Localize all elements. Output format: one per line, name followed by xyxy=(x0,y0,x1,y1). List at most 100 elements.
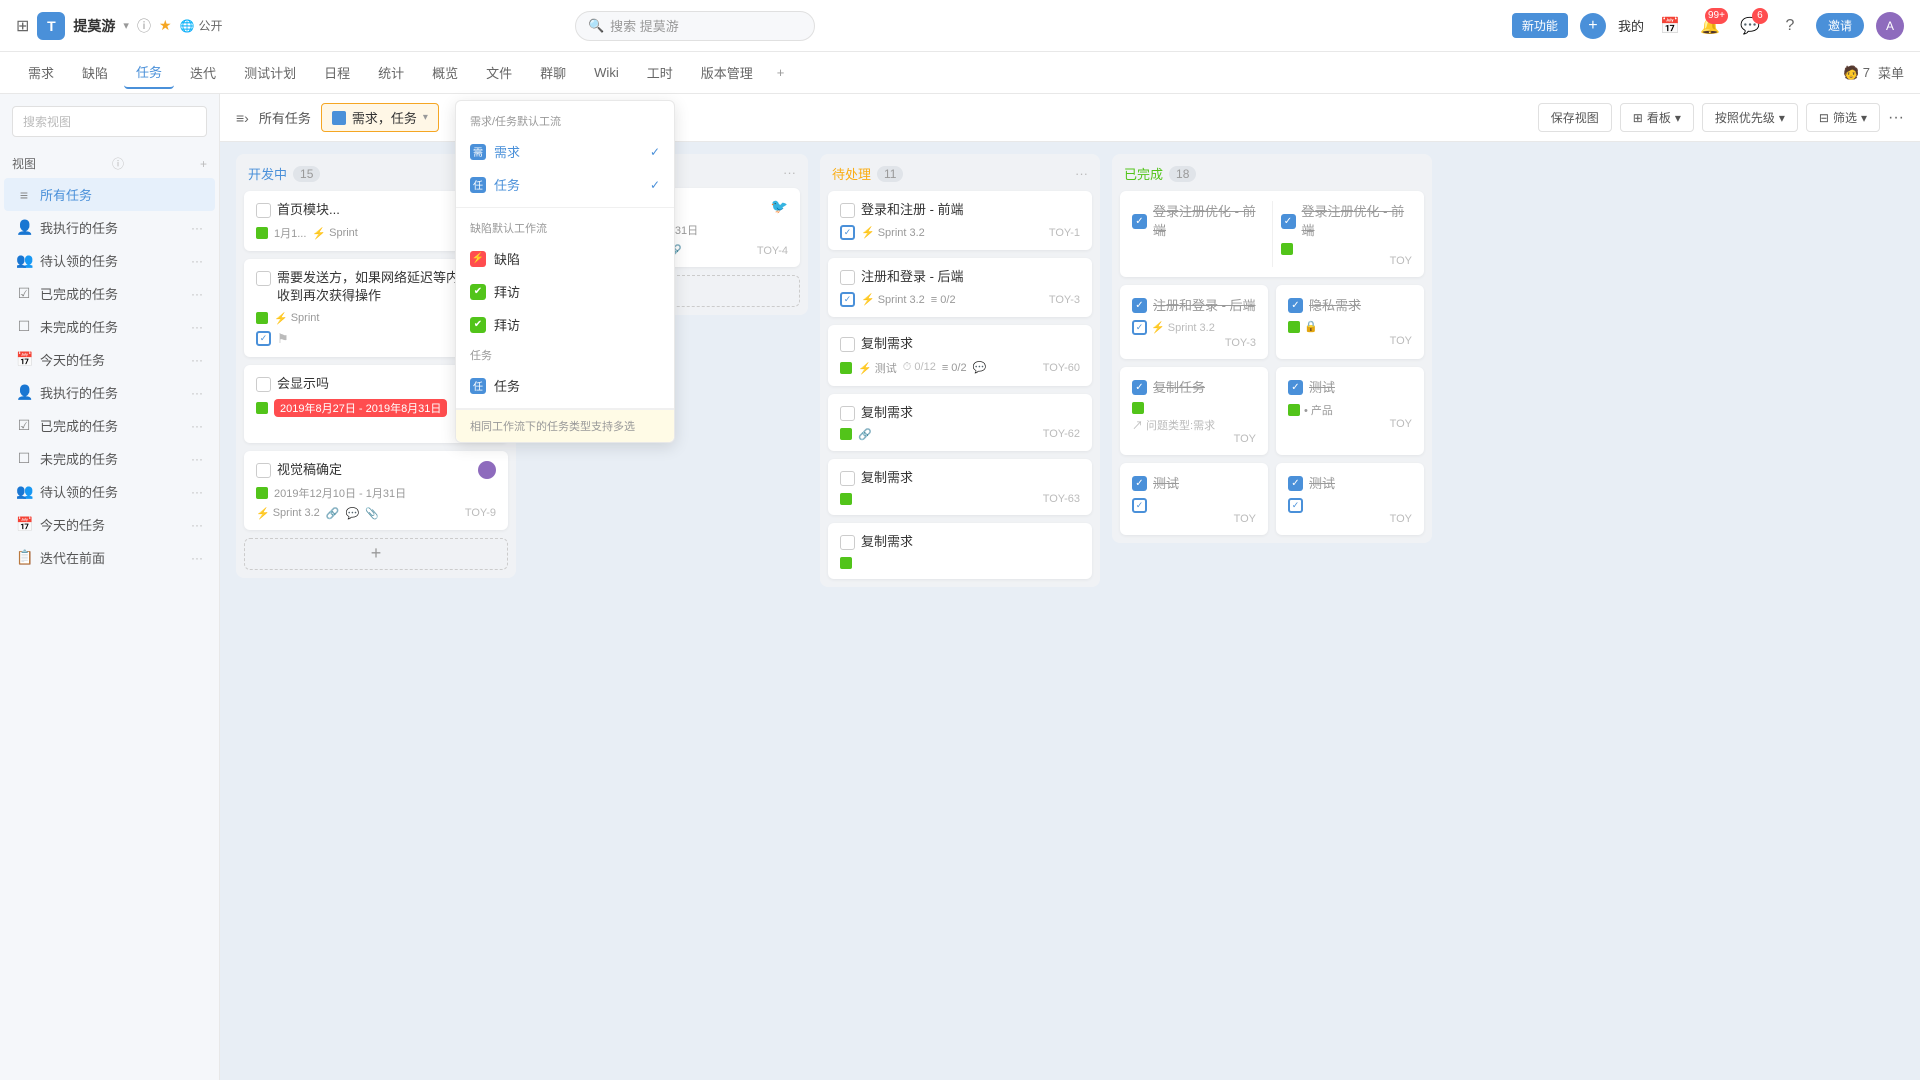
dropdown-item-task[interactable]: 任 任务 ✓ xyxy=(456,168,674,201)
card-dev-4[interactable]: 视觉稿确定 2019年12月10日 - 1月31日 ⚡Sprint 3.2 🔗 xyxy=(244,451,508,530)
dropdown-item-task2[interactable]: 任 任务 xyxy=(456,369,674,402)
new-feature-button[interactable]: 新功能 xyxy=(1512,13,1568,38)
add-card-dev[interactable]: + xyxy=(244,538,508,570)
avatar[interactable]: A xyxy=(1876,12,1904,40)
card-title-pending-2: 注册和登录 - 后端 xyxy=(861,268,1080,286)
card-pending-4[interactable]: 复制需求 🔗 TOY-62 xyxy=(828,394,1092,451)
tab-requirements[interactable]: 需求 xyxy=(16,57,66,88)
tab-overview[interactable]: 概览 xyxy=(420,57,470,88)
sidebar-more-icon[interactable]: ··· xyxy=(191,221,203,235)
invite-button[interactable]: 邀请 xyxy=(1816,13,1864,38)
sidebar-item-completed2[interactable]: ☑ 已完成的任务 ··· xyxy=(4,409,215,442)
sidebar-item-my-tasks[interactable]: 👤 我执行的任务 ··· xyxy=(4,211,215,244)
card-checkbox-pending-6[interactable] xyxy=(840,535,855,550)
card-checkbox-dev-2[interactable] xyxy=(256,271,271,286)
sidebar-more-icon2[interactable]: ··· xyxy=(191,254,203,268)
dropdown-item-visit2[interactable]: ✔ 拜访 xyxy=(456,308,674,341)
sidebar-add-button[interactable]: + xyxy=(200,157,207,171)
collapse-icon[interactable]: ≡› xyxy=(236,110,249,126)
tab-chat[interactable]: 群聊 xyxy=(528,57,578,88)
my-label[interactable]: 我的 xyxy=(1618,16,1644,35)
card-checkbox-pending-5[interactable] xyxy=(840,471,855,486)
chat-button[interactable]: 💬 6 xyxy=(1736,12,1764,40)
card-checkbox-dev-3[interactable] xyxy=(256,377,271,392)
card-done-2a[interactable]: ✓ 注册和登录 - 后端 ✓ ⚡ Sprint 3.2 TOY-3 xyxy=(1120,285,1268,359)
sidebar-item-unclaimed2[interactable]: 👥 待认领的任务 ··· xyxy=(4,475,215,508)
notification-button[interactable]: 🔔 99+ xyxy=(1696,12,1724,40)
search-bar[interactable]: 🔍 搜索 提莫游 xyxy=(575,11,815,41)
col-more-zero[interactable]: ··· xyxy=(783,165,796,180)
card-pending-6[interactable]: 复制需求 xyxy=(828,523,1092,579)
sidebar-item-incomplete[interactable]: ☐ 未完成的任务 ··· xyxy=(4,310,215,343)
card-pending-3[interactable]: 复制需求 ⚡ 测试 ⏱ 0/12 ≡ 0/2 💬 TOY-60 xyxy=(828,325,1092,385)
tab-wiki[interactable]: Wiki xyxy=(582,59,631,86)
card-done-2b[interactable]: ✓ 隐私需求 🔒 TOY xyxy=(1276,285,1424,359)
col-more-pending[interactable]: ··· xyxy=(1075,166,1088,181)
sidebar-more-icon10[interactable]: ··· xyxy=(191,518,203,532)
star-icon[interactable]: ★ xyxy=(159,17,172,34)
card-done-1[interactable]: ✓ 登录注册优化 - 前端 ✓ 登录注册优化 - 前端 xyxy=(1120,191,1424,277)
all-tasks-label[interactable]: 所有任务 xyxy=(259,108,311,127)
tab-test-plan[interactable]: 测试计划 xyxy=(232,57,308,88)
card-checkbox-dev-4[interactable] xyxy=(256,463,271,478)
card-checkbox-pending-1[interactable] xyxy=(840,203,855,218)
sidebar-more-icon3[interactable]: ··· xyxy=(191,287,203,301)
card-checkbox-dev-1[interactable] xyxy=(256,203,271,218)
sidebar-search[interactable]: 搜索视图 xyxy=(12,106,207,137)
sidebar-add-icon[interactable]: ⓘ xyxy=(112,155,124,172)
sidebar-more-icon9[interactable]: ··· xyxy=(191,485,203,499)
sidebar-more-icon7[interactable]: ··· xyxy=(191,419,203,433)
add-button[interactable]: + xyxy=(1580,13,1606,39)
toolbar-more-button[interactable]: ··· xyxy=(1888,109,1904,127)
card-done-4b[interactable]: ✓ 测试 ✓ TOY xyxy=(1276,463,1424,535)
card-done-4a[interactable]: ✓ 测试 ✓ TOY xyxy=(1120,463,1268,535)
grid-icon[interactable]: ⊞ xyxy=(16,16,29,36)
sidebar-item-today2[interactable]: 📅 今天的任务 ··· xyxy=(4,508,215,541)
filter-chip[interactable]: 需求，任务 ▾ xyxy=(321,103,439,132)
tab-add-button[interactable]: + xyxy=(769,59,793,86)
done-title-4b: 测试 xyxy=(1309,473,1335,492)
help-button[interactable]: ? xyxy=(1776,12,1804,40)
priority-button[interactable]: 按照优先级 ▾ xyxy=(1702,103,1798,132)
sidebar-item-today[interactable]: 📅 今天的任务 ··· xyxy=(4,343,215,376)
tab-statistics[interactable]: 统计 xyxy=(366,57,416,88)
sidebar-more-icon11[interactable]: ··· xyxy=(191,551,203,565)
tab-bugs[interactable]: 缺陷 xyxy=(70,57,120,88)
card-pending-2[interactable]: 注册和登录 - 后端 ✓ ⚡Sprint 3.2 ≡ 0/2 TOY-3 xyxy=(828,258,1092,317)
sidebar-item-completed[interactable]: ☑ 已完成的任务 ··· xyxy=(4,277,215,310)
column-pending: 待处理 11 ··· 登录和注册 - 前端 ✓ xyxy=(820,154,1100,587)
card-checkbox-pending-2[interactable] xyxy=(840,270,855,285)
tab-schedule[interactable]: 日程 xyxy=(312,57,362,88)
search-icon: 🔍 xyxy=(588,18,604,34)
dropdown-item-visit1[interactable]: ✔ 拜访 xyxy=(456,275,674,308)
sidebar-more-icon5[interactable]: ··· xyxy=(191,353,203,367)
card-checkbox-pending-4[interactable] xyxy=(840,406,855,421)
sidebar-more-icon4[interactable]: ··· xyxy=(191,320,203,334)
sidebar-item-incomplete2[interactable]: ☐ 未完成的任务 ··· xyxy=(4,442,215,475)
tab-version[interactable]: 版本管理 xyxy=(689,57,765,88)
calendar-button[interactable]: 📅 xyxy=(1656,12,1684,40)
sidebar-more-icon8[interactable]: ··· xyxy=(191,452,203,466)
dropdown-item-req[interactable]: 需 需求 ✓ xyxy=(456,135,674,168)
tab-time[interactable]: 工时 xyxy=(635,57,685,88)
sidebar-item-unclaimed[interactable]: 👥 待认领的任务 ··· xyxy=(4,244,215,277)
tab-files[interactable]: 文件 xyxy=(474,57,524,88)
tab-tasks[interactable]: 任务 xyxy=(124,56,174,89)
info-icon[interactable]: ⓘ xyxy=(137,16,151,36)
sidebar-item-all-tasks[interactable]: ≡ 所有任务 xyxy=(4,178,215,211)
kanban-button[interactable]: ⊞ 看板 ▾ xyxy=(1620,103,1694,132)
card-pending-5[interactable]: 复制需求 TOY-63 xyxy=(828,459,1092,515)
tab-iteration[interactable]: 迭代 xyxy=(178,57,228,88)
menu-label[interactable]: 菜单 xyxy=(1878,63,1904,82)
sidebar-item-my-tasks2[interactable]: 👤 我执行的任务 ··· xyxy=(4,376,215,409)
dropdown-item-bug[interactable]: ⚡ 缺陷 xyxy=(456,242,674,275)
sidebar-item-iteration[interactable]: 📋 迭代在前面 ··· xyxy=(4,541,215,574)
card-done-3a[interactable]: ✓ 复制任务 ↗ 问题类型:需求 TOY xyxy=(1120,367,1268,455)
card-checkbox-pending-3[interactable] xyxy=(840,337,855,352)
project-chevron-icon[interactable]: ▾ xyxy=(123,19,129,32)
card-done-3b[interactable]: ✓ 测试 • 产品 TOY xyxy=(1276,367,1424,455)
filter-button[interactable]: ⊟ 筛选 ▾ xyxy=(1806,103,1880,132)
sidebar-more-icon6[interactable]: ··· xyxy=(191,386,203,400)
save-view-button[interactable]: 保存视图 xyxy=(1538,103,1612,132)
card-pending-1[interactable]: 登录和注册 - 前端 ✓ ⚡Sprint 3.2 TOY-1 xyxy=(828,191,1092,250)
